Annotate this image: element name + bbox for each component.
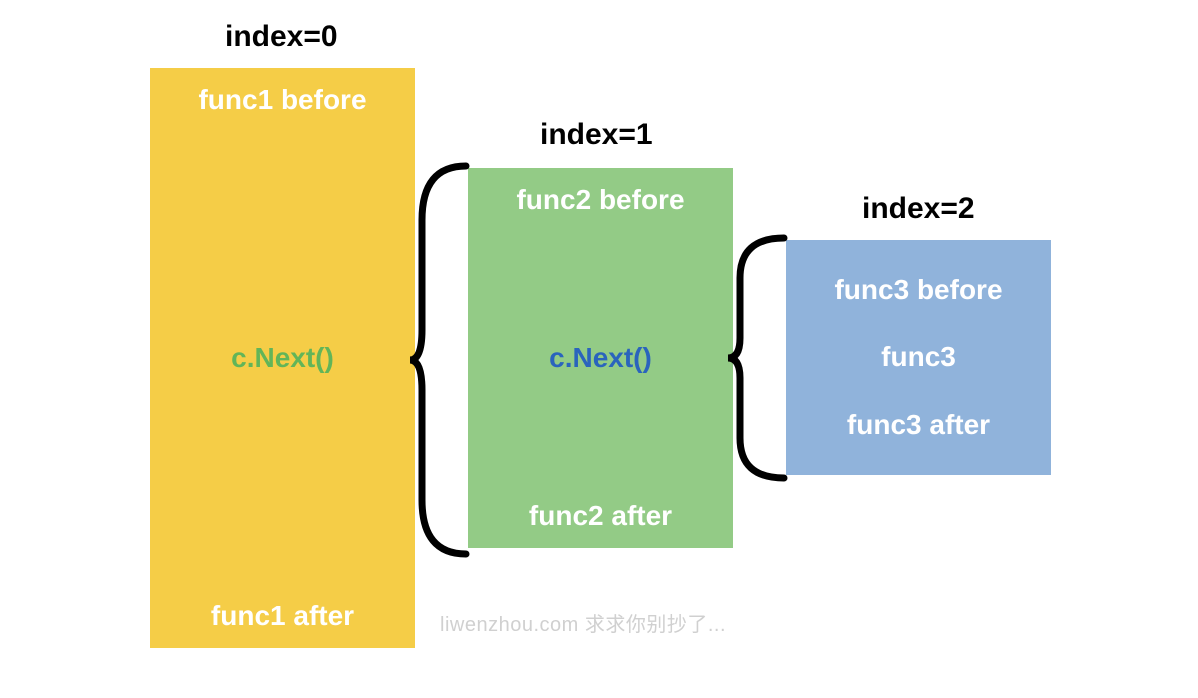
- c-next-0: c.Next(): [231, 342, 334, 374]
- middleware-box-2: func3 before func3 func3 after: [786, 240, 1051, 475]
- label-index-0: index=0: [225, 20, 338, 54]
- middleware-box-0: func1 before c.Next() func1 after: [150, 68, 415, 648]
- func3-before-text: func3 before: [796, 274, 1041, 306]
- func3-text: func3: [796, 341, 1041, 373]
- middleware-box-1: func2 before c.Next() func2 after: [468, 168, 733, 548]
- func3-after-text: func3 after: [796, 409, 1041, 441]
- func1-before-text: func1 before: [160, 84, 405, 116]
- c-next-1: c.Next(): [549, 342, 652, 374]
- func2-before-text: func2 before: [478, 184, 723, 216]
- watermark-text: liwenzhou.com 求求你别抄了...: [440, 608, 726, 637]
- label-index-1: index=1: [540, 118, 653, 152]
- label-index-2: index=2: [862, 192, 975, 226]
- diagram-stage: index=0 index=1 index=2 func1 before c.N…: [0, 0, 1198, 698]
- func2-after-text: func2 after: [478, 500, 723, 532]
- func1-after-text: func1 after: [160, 600, 405, 632]
